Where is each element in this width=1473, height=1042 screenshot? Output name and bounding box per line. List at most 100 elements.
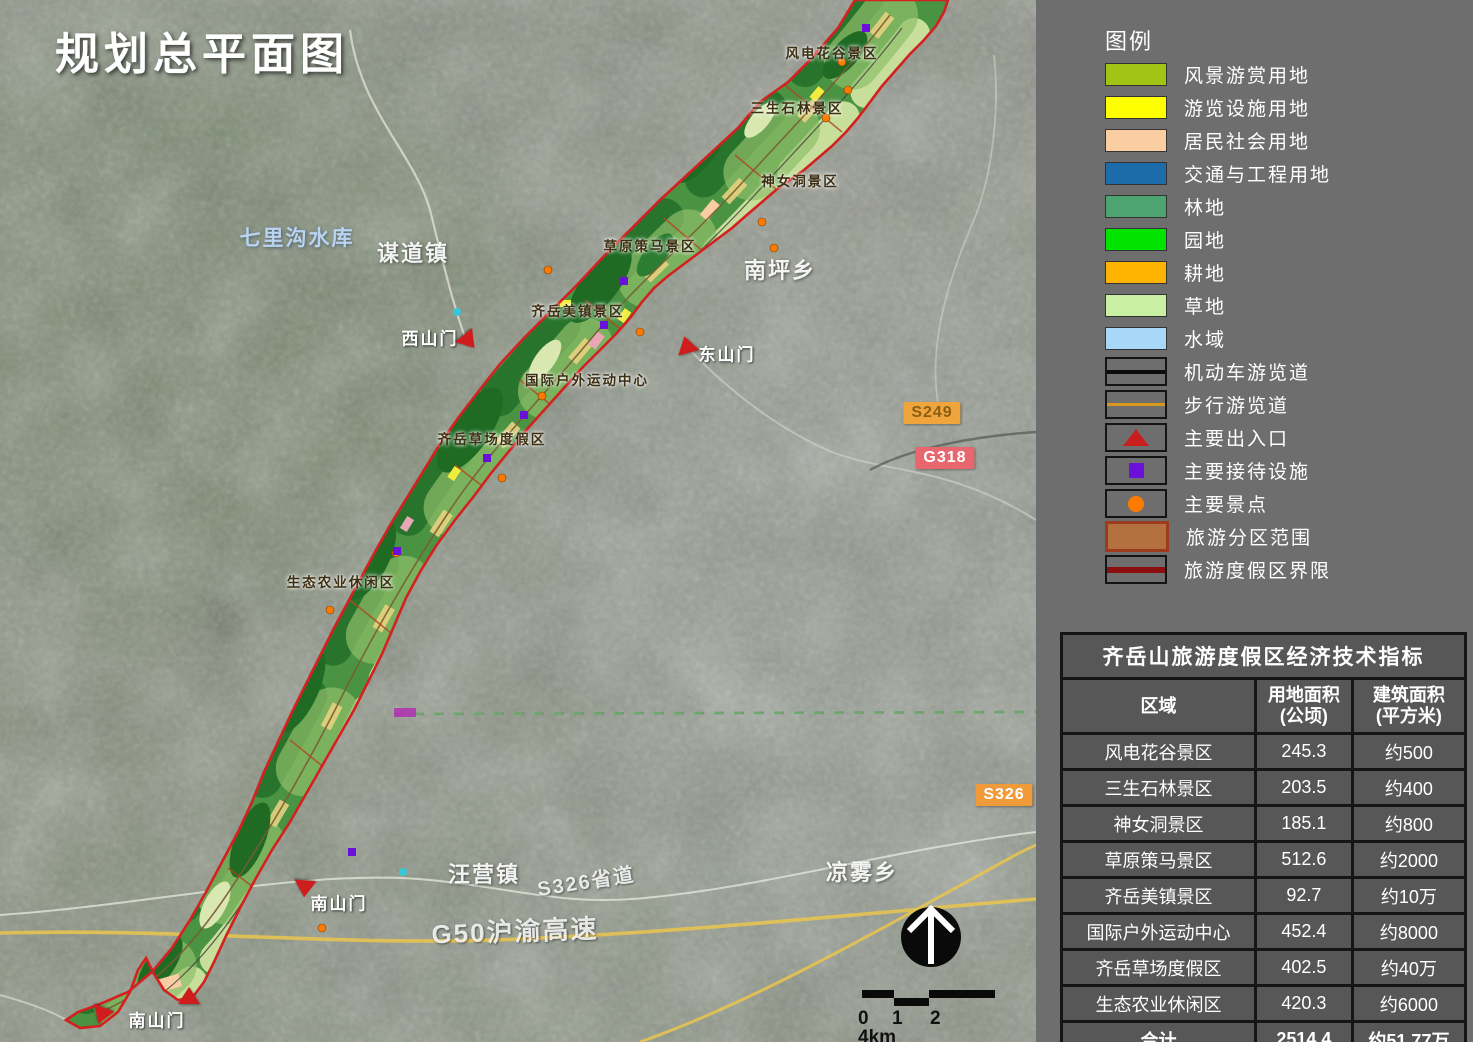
entrance-triangle-icon bbox=[178, 987, 200, 1004]
zone-label: 国际户外运动中心 bbox=[525, 369, 649, 389]
gate-label: 南山门 bbox=[129, 1007, 186, 1032]
legend-swatch bbox=[1105, 96, 1167, 119]
table-title: 齐岳山旅游度假区经济技术指标 bbox=[1062, 634, 1466, 679]
gate-label: 西山门 bbox=[402, 325, 459, 350]
table-total-row: 合计2514.4约51.77万 bbox=[1062, 1022, 1466, 1042]
table-cell: 约51.77万 bbox=[1352, 1022, 1465, 1042]
legend: 风景游赏用地游览设施用地居民社会用地交通与工程用地林地园地耕地草地水域机动车游览… bbox=[1105, 58, 1331, 586]
column-header: 区域 bbox=[1062, 679, 1256, 734]
legend-item: 旅游度假区界限 bbox=[1105, 553, 1331, 586]
road-badge: G318 bbox=[915, 447, 974, 469]
legend-title: 图例 bbox=[1105, 24, 1153, 56]
town-label: 谋道镇 bbox=[377, 236, 449, 268]
legend-item: 游览设施用地 bbox=[1105, 91, 1331, 124]
walk-road-symbol bbox=[1107, 403, 1165, 406]
table-row: 草原策马景区512.6约2000 bbox=[1062, 842, 1466, 878]
legend-item-label: 主要接待设施 bbox=[1184, 457, 1310, 484]
table-cell: 452.4 bbox=[1255, 914, 1352, 950]
table-cell: 约40万 bbox=[1352, 950, 1465, 986]
table-row: 齐岳草场度假区402.5约40万 bbox=[1062, 950, 1466, 986]
side-panel: 图例 风景游赏用地游览设施用地居民社会用地交通与工程用地林地园地耕地草地水域机动… bbox=[1036, 0, 1473, 1042]
legend-item-label: 林地 bbox=[1184, 193, 1226, 220]
scale-tick-2: 2 bbox=[930, 1008, 941, 1030]
table-row: 国际户外运动中心452.4约8000 bbox=[1062, 914, 1466, 950]
legend-item-label: 草地 bbox=[1184, 292, 1226, 319]
water-label: 七里沟水库 bbox=[240, 222, 355, 252]
table-row: 三生石林景区203.5约400 bbox=[1062, 770, 1466, 806]
zone-label: 神女洞景区 bbox=[761, 170, 839, 190]
table-cell: 国际户外运动中心 bbox=[1062, 914, 1256, 950]
legend-item-label: 交通与工程用地 bbox=[1184, 160, 1331, 187]
table-cell: 神女洞景区 bbox=[1062, 806, 1256, 842]
reception-square-icon bbox=[1129, 463, 1144, 478]
zone-label: 生态农业休闲区 bbox=[287, 571, 396, 591]
legend-item: 机动车游览道 bbox=[1105, 355, 1331, 388]
legend-swatch bbox=[1105, 261, 1167, 284]
table-cell: 512.6 bbox=[1255, 842, 1352, 878]
entrance-triangle-icon bbox=[293, 879, 316, 898]
table-cell: 合计 bbox=[1062, 1022, 1256, 1042]
zone-label: 齐岳草场度假区 bbox=[438, 428, 547, 448]
zone-label: 三生石林景区 bbox=[751, 97, 844, 117]
legend-item-label: 旅游度假区界限 bbox=[1184, 556, 1331, 583]
town-label: 汪营镇 bbox=[448, 857, 520, 889]
table-cell: 185.1 bbox=[1255, 806, 1352, 842]
legend-symbol-circle bbox=[1105, 489, 1167, 518]
table-cell: 约500 bbox=[1352, 734, 1465, 770]
legend-item: 耕地 bbox=[1105, 256, 1331, 289]
table-cell: 草原策马景区 bbox=[1062, 842, 1256, 878]
scale-unit: 4km bbox=[858, 1027, 896, 1042]
table-cell: 约2000 bbox=[1352, 842, 1465, 878]
indicators-table: 齐岳山旅游度假区经济技术指标区域用地面积(公顷)建筑面积(平方米)风电花谷景区2… bbox=[1060, 632, 1467, 1042]
gate-label: 南山门 bbox=[311, 890, 368, 915]
table-cell: 420.3 bbox=[1255, 986, 1352, 1022]
table-cell: 约10万 bbox=[1352, 878, 1465, 914]
zone-label: 草原策马景区 bbox=[604, 235, 697, 255]
legend-item: 林地 bbox=[1105, 190, 1331, 223]
legend-item: 水域 bbox=[1105, 322, 1331, 355]
legend-swatch bbox=[1105, 129, 1167, 152]
entrance-triangle-icon bbox=[1123, 429, 1149, 446]
legend-item-label: 主要出入口 bbox=[1184, 424, 1289, 451]
table-cell: 齐岳美镇景区 bbox=[1062, 878, 1256, 914]
road-badge: S326 bbox=[975, 784, 1032, 806]
legend-swatch bbox=[1105, 162, 1167, 185]
table-title-row: 齐岳山旅游度假区经济技术指标 bbox=[1062, 634, 1466, 679]
zone-label: 风电花谷景区 bbox=[786, 42, 879, 62]
legend-swatch bbox=[1105, 195, 1167, 218]
legend-item-label: 风景游赏用地 bbox=[1184, 61, 1310, 88]
table-row: 风电花谷景区245.3约500 bbox=[1062, 734, 1466, 770]
zone-label: 齐岳美镇景区 bbox=[532, 300, 625, 320]
legend-item-label: 耕地 bbox=[1184, 259, 1226, 286]
legend-item: 交通与工程用地 bbox=[1105, 157, 1331, 190]
legend-item-label: 主要景点 bbox=[1184, 490, 1268, 517]
resort-boundary-symbol bbox=[1107, 567, 1165, 573]
table-cell: 203.5 bbox=[1255, 770, 1352, 806]
table-row: 神女洞景区185.1约800 bbox=[1062, 806, 1466, 842]
legend-swatch bbox=[1105, 63, 1167, 86]
legend-item: 风景游赏用地 bbox=[1105, 58, 1331, 91]
column-header: 建筑面积(平方米) bbox=[1352, 679, 1465, 734]
table-cell: 约400 bbox=[1352, 770, 1465, 806]
map-canvas: 规划总平面图 风电花谷景区三生石林景区神女洞景区草原策马景区齐岳美镇景区国际户外… bbox=[0, 0, 1036, 1042]
planning-map-page: 规划总平面图 风电花谷景区三生石林景区神女洞景区草原策马景区齐岳美镇景区国际户外… bbox=[0, 0, 1473, 1042]
table-cell: 约6000 bbox=[1352, 986, 1465, 1022]
scenic-spot-circle-icon bbox=[1128, 496, 1144, 512]
road-badge: S249 bbox=[903, 402, 960, 424]
legend-item: 主要接待设施 bbox=[1105, 454, 1331, 487]
town-label: 凉雾乡 bbox=[826, 855, 898, 887]
legend-item-label: 步行游览道 bbox=[1184, 391, 1289, 418]
column-header: 用地面积(公顷) bbox=[1255, 679, 1352, 734]
legend-item: 居民社会用地 bbox=[1105, 124, 1331, 157]
page-title: 规划总平面图 bbox=[55, 18, 349, 82]
table-cell: 风电花谷景区 bbox=[1062, 734, 1256, 770]
table-cell: 约800 bbox=[1352, 806, 1465, 842]
legend-swatch bbox=[1105, 327, 1167, 350]
legend-item: 主要出入口 bbox=[1105, 421, 1331, 454]
legend-item: 园地 bbox=[1105, 223, 1331, 256]
legend-item-label: 旅游分区范围 bbox=[1186, 523, 1312, 550]
legend-item: 步行游览道 bbox=[1105, 388, 1331, 421]
gate-label: 东山门 bbox=[699, 341, 756, 366]
legend-swatch bbox=[1105, 294, 1167, 317]
table-cell: 约8000 bbox=[1352, 914, 1465, 950]
